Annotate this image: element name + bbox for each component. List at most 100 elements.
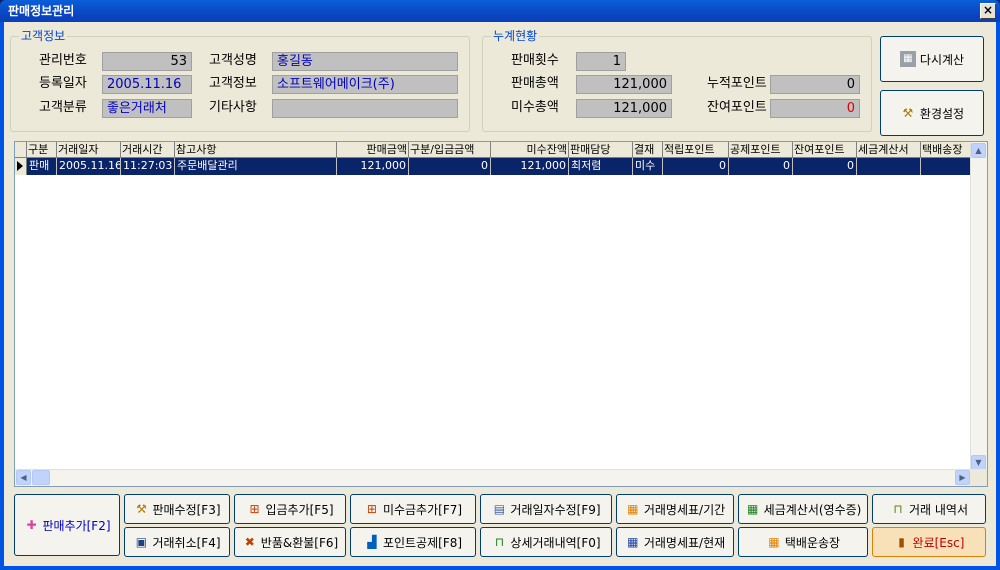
header-col-amount[interactable]: 판매금액 [337, 142, 409, 158]
info-field[interactable]: 소프트웨어메이크(주) [272, 75, 458, 94]
statement-current-label: 거래명세표/현재 [643, 535, 726, 550]
sales-total-label: 판매총액 [511, 76, 559, 91]
table-row[interactable]: 판매 2005.11.16 11:27:03 주문배달관리 121,000 0 … [27, 158, 971, 175]
regdate-field[interactable]: 2005.11.16 [102, 75, 192, 94]
header-col-deducted-points[interactable]: 공제포인트 [729, 142, 793, 158]
vertical-scrollbar[interactable]: ▲ ▼ [970, 142, 987, 471]
delivery-slip-label: 택배운송장 [784, 535, 841, 550]
add-unpaid-button[interactable]: ⊞ 미수금추가[F7] [350, 494, 476, 524]
statement-period-button[interactable]: ▦ 거래명세표/기간 [616, 494, 734, 524]
add-sale-button[interactable]: ✚ 판매추가[F2] [14, 494, 120, 556]
edit-sale-label: 판매수정[F3] [152, 502, 221, 517]
return-refund-button[interactable]: ✖ 반품&환불[F6] [234, 527, 346, 557]
header-col-staff[interactable]: 판매담당 [569, 142, 633, 158]
id-label: 관리번호 [39, 53, 87, 68]
client-area: 고객정보 관리번호 53 고객성명 홍길동 등록일자 2005.11.16 고객… [4, 22, 996, 566]
customer-info-title: 고객정보 [19, 29, 68, 43]
header-col-earned-points[interactable]: 적립포인트 [663, 142, 729, 158]
done-button[interactable]: ▮ 완료[Esc] [872, 527, 986, 557]
etc-label: 기타사항 [209, 100, 257, 115]
tools-icon: ⚒ [136, 502, 147, 516]
point-deduct-label: 포인트공제[F8] [382, 535, 463, 550]
acc-point-label: 누적포인트 [707, 76, 767, 91]
cell-staff: 최저렴 [569, 158, 633, 175]
summary-group: 누계현황 판매횟수 1 판매총액 121,000 누적포인트 0 미수총액 12… [482, 29, 872, 132]
header-col-type[interactable]: 구분 [27, 142, 57, 158]
header-col-unpaid[interactable]: 미수잔액 [491, 142, 569, 158]
green-document-icon: ▦ [746, 502, 759, 516]
edit-date-label: 거래일자수정[F9] [510, 502, 601, 517]
tools-icon: ⚒ [902, 106, 914, 120]
edit-sale-button[interactable]: ⚒ 판매수정[F3] [124, 494, 230, 524]
cell-time: 11:27:03 [121, 158, 175, 175]
recalc-button[interactable]: ▦ 다시계산 [880, 36, 984, 82]
scroll-up-icon[interactable]: ▲ [971, 143, 986, 158]
tax-invoice-label: 세금계산서(영수증) [763, 502, 862, 517]
header-col-date[interactable]: 거래일자 [57, 142, 121, 158]
statement-period-label: 거래명세표/기간 [643, 502, 726, 517]
add-deposit-label: 입금추가[F5] [265, 502, 334, 517]
cell-deducted-points: 0 [729, 158, 793, 175]
header-blank [15, 142, 27, 158]
cancel-trade-button[interactable]: ▣ 거래취소[F4] [124, 527, 230, 557]
class-field[interactable]: 좋은거래처 [102, 99, 192, 118]
calculator-icon: ▦ [899, 51, 916, 67]
orange-document-icon: ▦ [627, 502, 639, 516]
id-field[interactable]: 53 [102, 52, 192, 71]
add-deposit-button[interactable]: ⊞ 입금추가[F5] [234, 494, 346, 524]
header-col-tax-invoice[interactable]: 세금계산서 [857, 142, 921, 158]
edit-date-button[interactable]: ▤ 거래일자수정[F9] [480, 494, 612, 524]
tax-invoice-button[interactable]: ▦ 세금계산서(영수증) [738, 494, 868, 524]
scroll-left-icon[interactable]: ◀ [16, 470, 31, 485]
name-label: 고객성명 [209, 53, 257, 68]
detail-history-button[interactable]: ⊓ 상세거래내역[F0] [480, 527, 612, 557]
unpaid-field: 121,000 [576, 99, 672, 118]
cell-type: 판매 [27, 158, 57, 175]
point-deduct-button[interactable]: ▟ 포인트공제[F8] [350, 527, 476, 557]
sales-grid[interactable]: 구분 거래일자 거래시간 참고사항 판매금액 구분/입금금액 미수잔액 판매담당… [14, 141, 988, 487]
scroll-corner [970, 469, 987, 486]
header-col-payment[interactable]: 결재 [633, 142, 663, 158]
header-col-delivery[interactable]: 택배송장 [921, 142, 971, 158]
row-indicator [15, 158, 27, 175]
remain-point-field: 0 [770, 99, 860, 118]
blue-document-icon: ▦ [627, 535, 639, 549]
current-row-arrow-icon [17, 161, 23, 171]
cell-tax-invoice [857, 158, 921, 175]
cell-amount: 121,000 [337, 158, 409, 175]
header-col-deposit[interactable]: 구분/입금금액 [409, 142, 491, 158]
class-label: 고객분류 [39, 100, 87, 115]
add-unpaid-label: 미수금추가[F7] [382, 502, 463, 517]
acc-point-field: 0 [770, 75, 860, 94]
regdate-label: 등록일자 [39, 76, 87, 91]
grid-header: 구분 거래일자 거래시간 참고사항 판매금액 구분/입금금액 미수잔액 판매담당… [15, 142, 971, 158]
header-col-remain-points[interactable]: 잔여포인트 [793, 142, 857, 158]
bar-chart-icon: ▟ [367, 535, 377, 549]
floppy-disk-icon: ▣ [135, 535, 148, 549]
detail-history-label: 상세거래내역[F0] [510, 535, 601, 550]
scroll-right-icon[interactable]: ▶ [955, 470, 970, 485]
scroll-down-icon[interactable]: ▼ [971, 455, 986, 470]
cell-note: 주문배달관리 [175, 158, 337, 175]
settings-button[interactable]: ⚒ 환경설정 [880, 90, 984, 136]
remain-point-label: 잔여포인트 [707, 100, 767, 115]
name-field[interactable]: 홍길동 [272, 52, 458, 71]
main-window: 판매정보관리 × 고객정보 관리번호 53 고객성명 홍길동 등록일자 2005… [0, 0, 1000, 570]
scroll-thumb[interactable] [32, 470, 50, 485]
horizontal-scrollbar[interactable]: ◀ ▶ [15, 469, 971, 486]
header-col-time[interactable]: 거래시간 [121, 142, 175, 158]
etc-field[interactable] [272, 99, 458, 118]
history-button[interactable]: ⊓ 거래 내역서 [872, 494, 986, 524]
return-icon: ✖ [244, 535, 255, 549]
close-button[interactable]: × [980, 3, 996, 19]
delivery-slip-button[interactable]: ▦ 택배운송장 [738, 527, 868, 557]
header-col-note[interactable]: 참고사항 [175, 142, 337, 158]
sales-total-field: 121,000 [576, 75, 672, 94]
statement-current-button[interactable]: ▦ 거래명세표/현재 [616, 527, 734, 557]
exit-door-icon: ▮ [898, 535, 905, 549]
add-sale-label: 판매추가[F2] [42, 518, 111, 533]
summary-title: 누계현황 [491, 29, 540, 43]
cell-date: 2005.11.16 [57, 158, 121, 175]
recalc-label: 다시계산 [919, 52, 965, 67]
done-label: 완료[Esc] [912, 535, 965, 550]
